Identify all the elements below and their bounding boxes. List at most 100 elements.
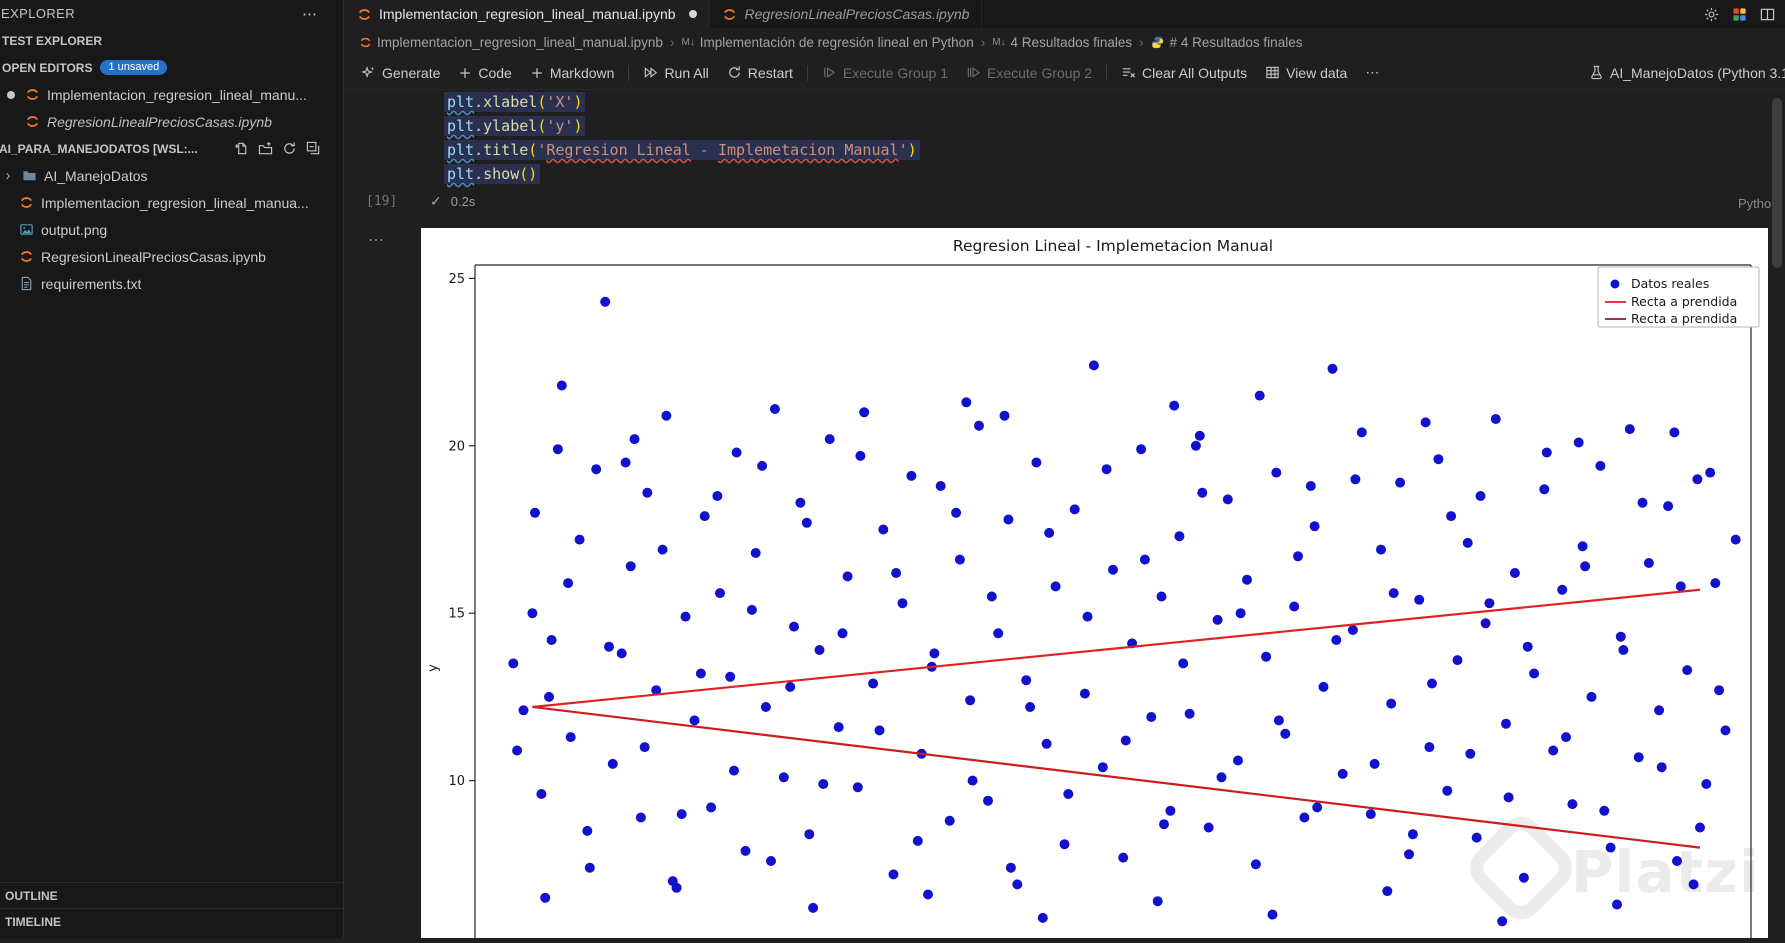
tab-bar: Implementacion_regresion_lineal_manual.i…	[344, 0, 1785, 28]
breadcrumb-notebook-file[interactable]: Implementacion_regresion_lineal_manual.i…	[358, 35, 663, 50]
execute-group-icon	[966, 65, 981, 80]
file-item-regresion-ipynb[interactable]: RegresionLinealPreciosCasas.ipynb	[0, 243, 343, 270]
sparkle-icon	[361, 65, 376, 80]
plot-ylabel: y	[426, 664, 441, 672]
dirty-indicator-icon[interactable]	[689, 10, 697, 18]
cell-output-figure: Platzi 10152025 Regresion Lineal - Imple…	[421, 228, 1768, 938]
file-label: output.png	[41, 222, 107, 238]
jupyter-notebook-icon	[18, 249, 34, 265]
output-actions-icon[interactable]: ⋯	[368, 230, 385, 250]
breadcrumb-separator-icon: ›	[670, 35, 675, 50]
clear-outputs-icon	[1121, 65, 1136, 80]
code-token: plt	[447, 165, 474, 183]
code-token: ylabel	[483, 117, 537, 135]
view-data-button[interactable]: View data	[1256, 60, 1356, 86]
code-token: plt	[447, 93, 474, 111]
code-line[interactable]: plt.ylabel('y')	[444, 114, 920, 138]
tab-regresion-notebook[interactable]: RegresionLinealPreciosCasas.ipynb	[710, 0, 983, 28]
jupyter-notebook-icon	[358, 35, 372, 49]
refresh-explorer-icon[interactable]	[282, 141, 297, 156]
collapse-folders-icon[interactable]	[306, 141, 321, 156]
markdown-icon: M↓	[992, 37, 1005, 48]
unsaved-badge: 1 unsaved	[100, 60, 167, 75]
code-token: plt	[447, 141, 474, 159]
tab-label: RegresionLinealPreciosCasas.ipynb	[745, 6, 970, 22]
toolbar-divider	[1106, 65, 1107, 81]
folder-icon	[21, 168, 37, 184]
section-workspace[interactable]: AI_PARA_MANEJODATOS [WSL:...	[0, 135, 343, 162]
plus-icon	[530, 66, 544, 80]
text-file-icon	[18, 276, 34, 292]
run-all-button[interactable]: Run All	[634, 60, 717, 86]
restart-kernel-button[interactable]: Restart	[718, 60, 802, 86]
tab-implementacion-notebook[interactable]: Implementacion_regresion_lineal_manual.i…	[344, 0, 710, 28]
file-label: Implementacion_regresion_lineal_manua...	[41, 195, 309, 211]
profile-colorful-icon[interactable]	[1732, 7, 1747, 22]
code-token: title	[483, 141, 528, 159]
new-file-icon[interactable]	[234, 141, 249, 156]
generate-button[interactable]: Generate	[352, 60, 449, 86]
code-line[interactable]: plt.show()	[444, 162, 920, 186]
chevron-right-icon: ›	[0, 887, 3, 904]
breadcrumb-markdown-subsection[interactable]: M↓ 4 Resultados finales	[992, 35, 1132, 50]
code-token: Regresion Lineal	[546, 141, 691, 159]
toolbar-more-icon[interactable]: ⋯	[1356, 60, 1388, 86]
breadcrumb-code-cell[interactable]: # 4 Resultados finales	[1151, 35, 1303, 50]
settings-gear-icon[interactable]	[1704, 7, 1719, 22]
explorer-more-icon[interactable]: ⋯	[302, 5, 317, 23]
section-open-editors[interactable]: OPEN EDITORS 1 unsaved	[0, 54, 343, 81]
section-timeline[interactable]: › TIMELINE	[0, 908, 343, 934]
legend-label: Recta a prendida	[1631, 311, 1737, 326]
explorer-sidebar: EXPLORER ⋯ TEST EXPLORER OPEN EDITORS 1 …	[0, 0, 344, 938]
code-line[interactable]: plt.title('Regresion Lineal - Implemetac…	[444, 138, 920, 162]
toolbar-divider	[628, 65, 629, 81]
file-label: AI_ManejoDatos	[44, 168, 148, 184]
section-outline[interactable]: › OUTLINE	[0, 882, 343, 908]
code-line[interactable]: plt.xlabel('X')	[444, 90, 920, 114]
view-data-label: View data	[1286, 65, 1347, 81]
execution-count: [19]	[366, 194, 408, 209]
code-token: xlabel	[483, 93, 537, 111]
code-token: (	[528, 141, 537, 159]
open-editors-label: OPEN EDITORS	[2, 61, 92, 75]
code-token: (	[537, 117, 546, 135]
breadcrumb-markdown-section[interactable]: M↓ Implementación de regresión lineal en…	[681, 35, 973, 50]
code-token: 'y'	[546, 117, 573, 135]
execute-group-1-button[interactable]: Execute Group 1	[813, 60, 957, 86]
breadcrumb-label: Implementación de regresión lineal en Py…	[700, 35, 974, 50]
explorer-title: EXPLORER	[1, 6, 75, 21]
clear-all-outputs-button[interactable]: Clear All Outputs	[1112, 60, 1256, 86]
breadcrumb-label: # 4 Resultados finales	[1170, 35, 1303, 50]
file-item-implementacion-ipynb[interactable]: Implementacion_regresion_lineal_manua...	[0, 189, 343, 216]
kernel-picker[interactable]: AI_ManejoDatos (Python 3.1	[1589, 65, 1785, 81]
add-markdown-cell-button[interactable]: Markdown	[521, 60, 624, 86]
add-code-cell-button[interactable]: Code	[449, 60, 520, 86]
editor-scrollbar[interactable]	[1772, 98, 1782, 268]
code-editor[interactable]: plt.xlabel('X') plt.ylabel('y') plt.titl…	[444, 90, 920, 186]
editor-actions	[1704, 0, 1785, 28]
jupyter-notebook-icon	[356, 6, 372, 22]
svg-text:20: 20	[448, 439, 465, 454]
cell-language-picker[interactable]: Python	[1738, 196, 1772, 211]
cell-execution-status: [19] ✓ 0.2s	[366, 193, 475, 210]
add-markdown-label: Markdown	[550, 65, 615, 81]
file-item-ai-manejodatos[interactable]: › AI_ManejoDatos	[0, 162, 343, 189]
timeline-label: TIMELINE	[5, 915, 61, 929]
success-check-icon: ✓	[430, 193, 442, 210]
file-item-output-png[interactable]: output.png	[0, 216, 343, 243]
watermark-text: Platzi	[1571, 838, 1760, 906]
file-item-requirements-txt[interactable]: requirements.txt	[0, 270, 343, 297]
open-editor-item-implementacion[interactable]: Implementacion_regresion_lineal_manu...	[0, 81, 343, 108]
split-editor-icon[interactable]	[1760, 7, 1775, 22]
matplotlib-figure: Platzi 10152025 Regresion Lineal - Imple…	[421, 228, 1768, 938]
plot-legend: Datos reales Recta a prendida Recta a pr…	[1598, 267, 1759, 327]
open-editor-item-regresion[interactable]: RegresionLinealPreciosCasas.ipynb	[0, 108, 343, 135]
breadcrumb-label: Implementacion_regresion_lineal_manual.i…	[377, 35, 663, 50]
notebook-toolbar: Generate Code Markdown Run All Restart E…	[344, 56, 1785, 90]
restart-label: Restart	[748, 65, 793, 81]
python-icon	[1151, 35, 1165, 49]
new-folder-icon[interactable]	[258, 141, 273, 156]
execute-group-2-button[interactable]: Execute Group 2	[957, 60, 1101, 86]
section-test-explorer[interactable]: TEST EXPLORER	[0, 27, 343, 54]
jupyter-notebook-icon	[18, 195, 34, 211]
